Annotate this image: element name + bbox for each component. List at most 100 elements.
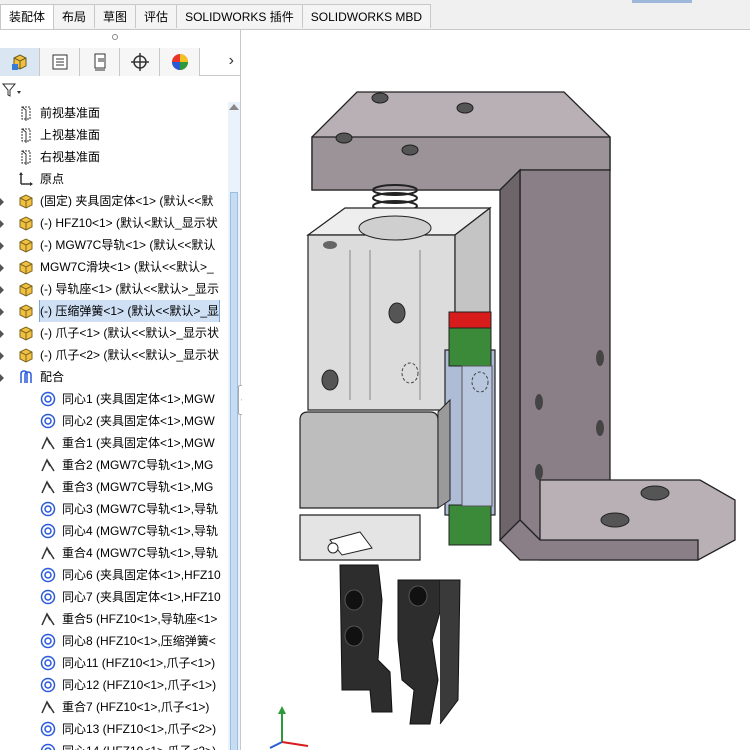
concentric-icon: [40, 721, 56, 737]
tree-item[interactable]: (-) HFZ10<1> (默认<默认_显示状: [0, 212, 228, 234]
tree-item[interactable]: (-) 爪子<2> (默认<<默认>_显示状: [0, 344, 228, 366]
display-manager-tab[interactable]: [160, 48, 200, 76]
tab-indicator: [632, 0, 692, 3]
tree-item[interactable]: (-) 导轨座<1> (默认<<默认>_显示: [0, 278, 228, 300]
tree-item[interactable]: 上视基准面: [0, 124, 228, 146]
graphics-area[interactable]: [242, 30, 750, 750]
tree-item[interactable]: 同心4 (MGW7C导轨<1>,导轨: [0, 520, 228, 542]
tab-4[interactable]: SOLIDWORKS 插件: [176, 4, 303, 28]
scroll-thumb[interactable]: [230, 192, 238, 750]
tree-item[interactable]: MGW7C滑块<1> (默认<<默认>_: [0, 256, 228, 278]
tree-item[interactable]: 同心12 (HFZ10<1>,爪子<1>): [0, 674, 228, 696]
claw-1[interactable]: [339, 564, 393, 713]
concentric-icon: [40, 413, 56, 429]
tree-item[interactable]: 右视基准面: [0, 146, 228, 168]
tree-item[interactable]: 重合2 (MGW7C导轨<1>,MG: [0, 454, 228, 476]
part-icon: [18, 325, 34, 341]
claw-2[interactable]: [397, 579, 461, 725]
tree-item-label: 重合4 (MGW7C导轨<1>,导轨: [62, 546, 219, 560]
concentric-icon: [40, 567, 56, 583]
tree-item-label: 同心3 (MGW7C导轨<1>,导轨: [62, 502, 219, 516]
coincident-icon: [40, 435, 56, 451]
tree-item-label: 上视基准面: [40, 128, 101, 142]
tree-item-label: MGW7C滑块<1> (默认<<默认>_: [40, 260, 214, 274]
expand-arrow-icon[interactable]: [0, 352, 4, 360]
cylinder-lower-block[interactable]: [299, 398, 451, 561]
chevron-right-icon[interactable]: ›: [229, 52, 234, 70]
tree-item[interactable]: 同心2 (夹具固定体<1>,MGW: [0, 410, 228, 432]
command-tabs: 装配体 布局 草图 评估 SOLIDWORKS 插件 SOLIDWORKS MBD: [0, 4, 432, 30]
tree-item[interactable]: 同心7 (夹具固定体<1>,HFZ10: [0, 586, 228, 608]
manager-tabs: [0, 48, 240, 76]
feature-tree: 前视基准面上视基准面右视基准面原点 (固定) 夹具固定体<1> (默认<<默 (-)…: [0, 102, 228, 750]
tree-item[interactable]: 同心8 (HFZ10<1>,压缩弹簧<: [0, 630, 228, 652]
tree-item[interactable]: 重合4 (MGW7C导轨<1>,导轨: [0, 542, 228, 564]
tree-item-label: 右视基准面: [40, 150, 101, 164]
concentric-icon: [40, 391, 56, 407]
tree-item[interactable]: 重合3 (MGW7C导轨<1>,MG: [0, 476, 228, 498]
tree-item[interactable]: 重合1 (夹具固定体<1>,MGW: [0, 432, 228, 454]
assembly-model[interactable]: [242, 30, 750, 750]
tree-item-label: 原点: [40, 172, 65, 186]
expand-arrow-icon[interactable]: [0, 264, 4, 272]
tree-item-label: (-) HFZ10<1> (默认<默认_显示状: [40, 216, 218, 230]
tree-item[interactable]: (-) MGW7C导轨<1> (默认<<默认: [0, 234, 228, 256]
tree-item[interactable]: 同心13 (HFZ10<1>,爪子<2>): [0, 718, 228, 740]
mgw7c-rail[interactable]: [444, 311, 496, 546]
propertymanager-tab[interactable]: [40, 48, 80, 76]
concentric-icon: [40, 501, 56, 517]
propertymanager-icon: [52, 54, 67, 70]
command-tab-bar: 装配体 布局 草图 评估 SOLIDWORKS 插件 SOLIDWORKS MBD: [0, 0, 750, 30]
expand-arrow-icon[interactable]: [0, 286, 4, 294]
tab-5[interactable]: SOLIDWORKS MBD: [301, 4, 432, 28]
filter-icon[interactable]: [2, 82, 22, 100]
expand-arrow-icon[interactable]: [0, 330, 4, 338]
mates-icon: [18, 369, 34, 385]
tree-item[interactable]: 同心11 (HFZ10<1>,爪子<1>): [0, 652, 228, 674]
expand-arrow-icon[interactable]: [0, 308, 4, 316]
tab-3[interactable]: 评估: [135, 4, 178, 28]
tree-item[interactable]: 重合5 (HFZ10<1>,导轨座<1>: [0, 608, 228, 630]
expand-arrow-icon[interactable]: [0, 198, 4, 206]
tree-item-label: (-) MGW7C导轨<1> (默认<<默认: [40, 238, 216, 252]
tree-item[interactable]: 同心3 (MGW7C导轨<1>,导轨: [0, 498, 228, 520]
part-icon: [18, 237, 34, 253]
concentric-icon: [40, 633, 56, 649]
tree-item-label: 同心7 (夹具固定体<1>,HFZ10: [62, 590, 221, 604]
tree-item[interactable]: 重合7 (HFZ10<1>,爪子<1>): [0, 696, 228, 718]
dimxpert-tab[interactable]: [120, 48, 160, 76]
part-icon: [18, 259, 34, 275]
panel-grip-icon[interactable]: [112, 34, 118, 40]
tree-item[interactable]: 同心6 (夹具固定体<1>,HFZ10: [0, 564, 228, 586]
coincident-icon: [40, 457, 56, 473]
tree-item[interactable]: 同心14 (HFZ10<1>,爪子<2>): [0, 740, 228, 750]
tree-item-label: (固定) 夹具固定体<1> (默认<<默: [40, 194, 214, 208]
configurationmanager-tab[interactable]: [80, 48, 120, 76]
tree-item[interactable]: (固定) 夹具固定体<1> (默认<<默: [0, 190, 228, 212]
tree-item[interactable]: 同心1 (夹具固定体<1>,MGW: [0, 388, 228, 410]
tab-2[interactable]: 草图: [94, 4, 137, 28]
tree-item[interactable]: (-) 爪子<1> (默认<<默认>_显示状: [0, 322, 228, 344]
tree-item[interactable]: (-) 压缩弹簧<1> (默认<<默认>_显: [0, 300, 228, 322]
tree-scrollbar[interactable]: [228, 102, 240, 750]
tree-item[interactable]: 前视基准面: [0, 102, 228, 124]
tree-item-label: 同心11 (HFZ10<1>,爪子<1>): [62, 656, 216, 670]
featuremanager-tab[interactable]: [0, 48, 40, 76]
plane-icon: [18, 127, 34, 143]
part-icon: [18, 303, 34, 319]
expand-arrow-icon[interactable]: [0, 374, 4, 382]
tree-item[interactable]: 配合: [0, 366, 228, 388]
scroll-up-icon[interactable]: [229, 104, 239, 110]
expand-arrow-icon[interactable]: [0, 242, 4, 250]
part-icon: [18, 281, 34, 297]
tab-1[interactable]: 布局: [53, 4, 96, 28]
coincident-icon: [40, 699, 56, 715]
tree-item-label: 同心4 (MGW7C导轨<1>,导轨: [62, 524, 219, 538]
tree-item[interactable]: 原点: [0, 168, 228, 190]
part-icon: [18, 215, 34, 231]
tab-0[interactable]: 装配体: [0, 4, 55, 29]
tree-item-label: 同心6 (夹具固定体<1>,HFZ10: [62, 568, 221, 582]
tree-item-label: (-) 爪子<2> (默认<<默认>_显示状: [40, 348, 220, 362]
concentric-icon: [40, 523, 56, 539]
expand-arrow-icon[interactable]: [0, 220, 4, 228]
